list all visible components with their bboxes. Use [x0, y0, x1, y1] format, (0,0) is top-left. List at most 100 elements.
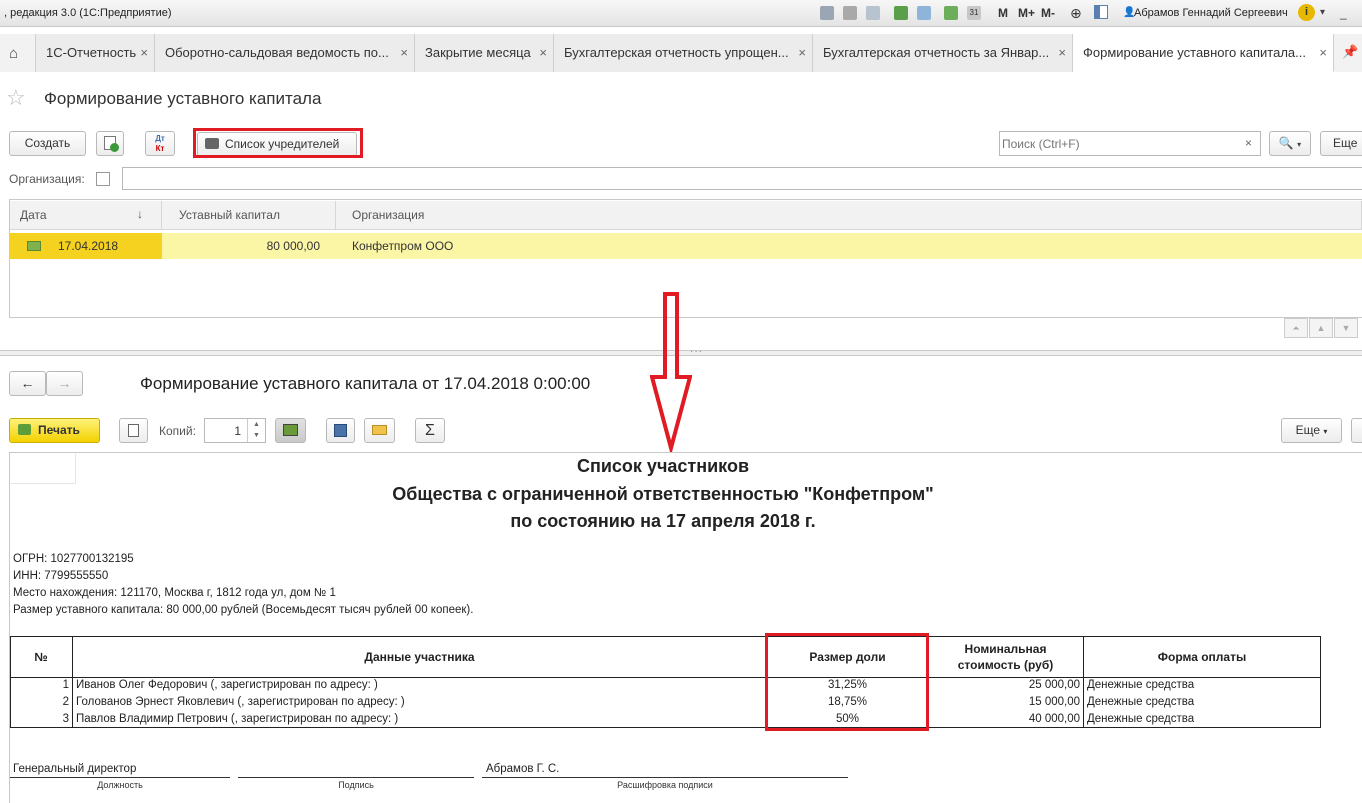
table-edit-icon [283, 424, 298, 436]
close-icon[interactable]: × [400, 45, 408, 60]
info-icon[interactable]: i [1298, 4, 1315, 21]
close-icon[interactable]: × [539, 45, 547, 60]
search-button[interactable]: 🔍 ▾ [1269, 131, 1311, 156]
tab-month-close[interactable]: Закрытие месяца × [415, 34, 554, 72]
org-filter-input[interactable] [122, 167, 1362, 190]
col-organization[interactable]: Организация [336, 201, 1362, 230]
panels-icon[interactable] [1094, 5, 1108, 19]
scroll-down-button[interactable]: ▼ [1334, 318, 1358, 338]
save-doc-button[interactable] [326, 418, 355, 443]
tab-capital-formation[interactable]: Формирование уставного капитала... × [1073, 34, 1334, 72]
print-icon [205, 138, 219, 149]
minimize-icon[interactable]: _ [1340, 6, 1347, 20]
doc-more-label: Еще [1295, 423, 1321, 437]
close-icon[interactable]: × [1058, 45, 1066, 60]
row-payment: Денежные средства [1087, 679, 1195, 691]
report-heading-2: Общества с ограниченной ответственностью… [392, 484, 934, 504]
preview-icon[interactable] [866, 6, 880, 20]
list-row-org[interactable]: Конфетпром ООО [336, 233, 1362, 259]
col-date[interactable]: Дата ↓ [10, 201, 162, 230]
sig-position: Генеральный директор [13, 763, 137, 775]
sum-icon: Σ [425, 422, 435, 439]
close-icon[interactable]: × [1319, 45, 1327, 60]
save-icon[interactable] [820, 6, 834, 20]
row-share: 50% [835, 713, 860, 725]
row-payment: Денежные средства [1087, 696, 1195, 708]
upload-icon[interactable] [894, 6, 908, 20]
tab-label: Формирование уставного капитала... [1083, 45, 1306, 60]
org-filter-checkbox[interactable] [96, 172, 110, 186]
doc-more-button[interactable]: Еще ▾ [1281, 418, 1342, 443]
floppy-icon [334, 424, 347, 437]
tab-label: 1С-Отчетность [46, 45, 137, 60]
favorite-star-icon[interactable]: ☆ [6, 85, 26, 111]
tab-label: Бухгалтерская отчетность упрощен... [564, 45, 789, 60]
email-button[interactable] [364, 418, 395, 443]
pin-tab[interactable]: 📌 [1334, 34, 1362, 72]
row-member: Голованов Эрнест Яковлевич (, зарегистри… [76, 696, 405, 708]
row-nominal: 40 000,00 [1028, 713, 1080, 725]
tab-accounting-january[interactable]: Бухгалтерская отчетность за Январ... × [813, 34, 1073, 72]
forward-button[interactable]: → [46, 371, 83, 396]
print-button[interactable]: Печать [9, 418, 100, 443]
col-share: Размер доли [809, 650, 886, 664]
arrow-left-icon: ← [20, 375, 35, 391]
back-button[interactable]: ← [9, 371, 46, 396]
tab-label: Закрытие месяца [425, 45, 531, 60]
sig-label-position: Должность [97, 780, 143, 790]
document-add-icon [104, 136, 119, 152]
row-nominal: 25 000,00 [1028, 679, 1080, 691]
row-nominal: 15 000,00 [1028, 696, 1080, 708]
row-num: 1 [62, 679, 69, 691]
create-button[interactable]: Создать [9, 131, 86, 156]
chevron-down-icon[interactable]: ▾ [1320, 7, 1325, 18]
copies-value: 1 [234, 424, 241, 438]
edit-mode-button[interactable] [275, 418, 306, 443]
tab-accounting-simplified[interactable]: Бухгалтерская отчетность упрощен... × [554, 34, 813, 72]
founders-list-label: Список учредителей [225, 137, 340, 151]
stepper-arrows-icon[interactable]: ▲ ▼ [247, 419, 265, 442]
title-bar: , редакция 3.0 (1С:Предприятие) 31 M M+ … [0, 0, 1362, 27]
clear-search-icon[interactable]: × [1245, 136, 1252, 150]
link-icon[interactable] [917, 6, 931, 20]
zoom-icon[interactable]: ⊕ [1070, 5, 1082, 22]
col-nominal: Номинальная стоимость (руб) [957, 642, 1054, 672]
memory-plus-button[interactable]: M+ [1018, 6, 1035, 20]
report-address: Место нахождения: 121170, Москва г, 1812… [13, 587, 336, 599]
list-more-button[interactable]: Еще [1320, 131, 1362, 156]
home-tab[interactable]: ⌂ [0, 34, 36, 72]
scroll-top-button[interactable]: ⏶ [1284, 318, 1308, 338]
sig-label-name: Расшифровка подписи [617, 780, 713, 790]
col-capital[interactable]: Уставный капитал [162, 201, 336, 230]
doc-extra-button[interactable] [1351, 418, 1362, 443]
list-row-date[interactable]: 17.04.2018 [10, 233, 162, 259]
memory-m-button[interactable]: M [998, 6, 1008, 20]
sheet-corner [11, 454, 76, 484]
copies-stepper[interactable]: 1 ▲ ▼ [204, 418, 266, 443]
sum-button[interactable]: Σ [415, 418, 445, 443]
dt-kt-button[interactable]: Дт Кт [145, 131, 175, 156]
preview-button[interactable] [119, 418, 148, 443]
calendar-icon[interactable]: 31 [967, 6, 981, 20]
calculator-icon[interactable] [944, 6, 958, 20]
add-copy-button[interactable] [96, 131, 124, 156]
memory-minus-button[interactable]: M- [1041, 6, 1055, 20]
tab-1c-reporting[interactable]: 1С-Отчетность × [36, 34, 155, 72]
printer-icon [18, 424, 31, 435]
tab-bar: ⌂ 1С-Отчетность × Оборотно-сальдовая ведо… [0, 34, 1362, 72]
window-title: , редакция 3.0 (1С:Предприятие) [4, 7, 172, 19]
search-input[interactable] [1002, 134, 1232, 153]
user-name[interactable]: Абрамов Геннадий Сергеевич [1134, 7, 1288, 19]
tab-turnover[interactable]: Оборотно-сальдовая ведомость по... × [155, 34, 415, 72]
print-label: Печать [38, 423, 80, 437]
close-icon[interactable]: × [798, 45, 806, 60]
print-icon[interactable] [843, 6, 857, 20]
founders-list-button[interactable]: Список учредителей [197, 132, 357, 157]
col-date-label: Дата [20, 208, 47, 222]
scroll-up-button[interactable]: ▲ [1309, 318, 1333, 338]
preview-icon [128, 424, 139, 437]
close-icon[interactable]: × [140, 45, 148, 60]
row-share: 31,25% [827, 679, 867, 691]
list-row-capital[interactable]: 80 000,00 [162, 233, 336, 259]
sig-name: Абрамов Г. С. [486, 763, 560, 775]
